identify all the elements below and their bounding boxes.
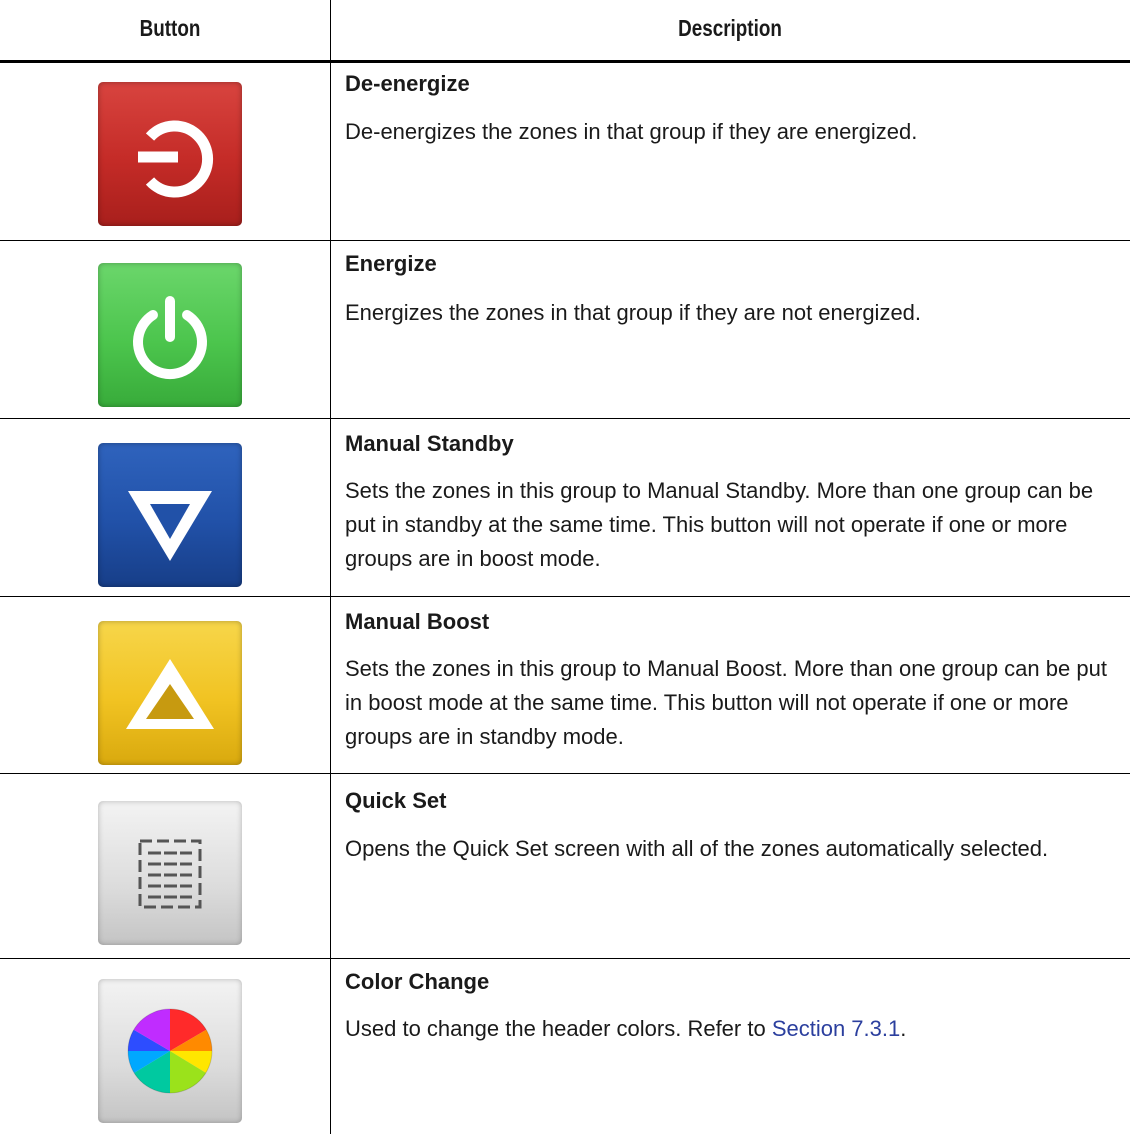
table-row: Energize Energizes the zones in that gro… bbox=[0, 241, 1130, 419]
header-button: Button bbox=[139, 15, 201, 41]
section-link[interactable]: Section 7.3.1 bbox=[772, 1016, 900, 1041]
table-row: Manual Boost Sets the zones in this grou… bbox=[0, 597, 1130, 774]
row-description: Sets the zones in this group to Manual B… bbox=[345, 656, 1107, 749]
triangle-up-icon bbox=[98, 621, 242, 765]
manual-boost-button[interactable] bbox=[98, 621, 242, 765]
row-description: Sets the zones in this group to Manual S… bbox=[345, 478, 1094, 571]
manual-standby-button[interactable] bbox=[98, 443, 242, 587]
button-description-table: Button Description De-energize De-energi… bbox=[0, 0, 1130, 1134]
description-text: . bbox=[900, 1016, 907, 1041]
table-header: Button Description bbox=[0, 0, 1130, 63]
table-row: De-energize De-energizes the zones in th… bbox=[0, 63, 1130, 241]
row-description: Opens the Quick Set screen with all of t… bbox=[345, 836, 1049, 861]
table-row: Manual Standby Sets the zones in this gr… bbox=[0, 419, 1130, 597]
column-divider bbox=[330, 0, 331, 60]
color-change-button[interactable] bbox=[98, 979, 242, 1123]
row-title: Manual Standby bbox=[345, 431, 514, 456]
row-title: Color Change bbox=[345, 969, 490, 994]
color-wheel-icon bbox=[98, 979, 242, 1123]
quick-set-button[interactable] bbox=[98, 801, 242, 945]
table-row: Quick Set Opens the Quick Set screen wit… bbox=[0, 774, 1130, 959]
triangle-down-icon bbox=[98, 443, 242, 587]
power-off-icon bbox=[98, 82, 242, 226]
row-title: Energize bbox=[345, 251, 437, 276]
row-description: Energizes the zones in that group if the… bbox=[345, 300, 922, 325]
row-title: De-energize bbox=[345, 71, 470, 96]
row-description: Used to change the header colors. Refer … bbox=[345, 1012, 1123, 1046]
table-row: Color Change Used to change the header c… bbox=[0, 959, 1130, 1134]
power-on-icon bbox=[98, 263, 242, 407]
row-title: Manual Boost bbox=[345, 609, 490, 634]
de-energize-button[interactable] bbox=[98, 82, 242, 226]
energize-button[interactable] bbox=[98, 263, 242, 407]
header-description: Description bbox=[678, 15, 782, 41]
row-description: De-energizes the zones in that group if … bbox=[345, 119, 918, 144]
description-text: Used to change the header colors. Refer … bbox=[345, 1016, 772, 1041]
quick-set-grid-icon bbox=[98, 801, 242, 945]
row-title: Quick Set bbox=[345, 788, 447, 813]
